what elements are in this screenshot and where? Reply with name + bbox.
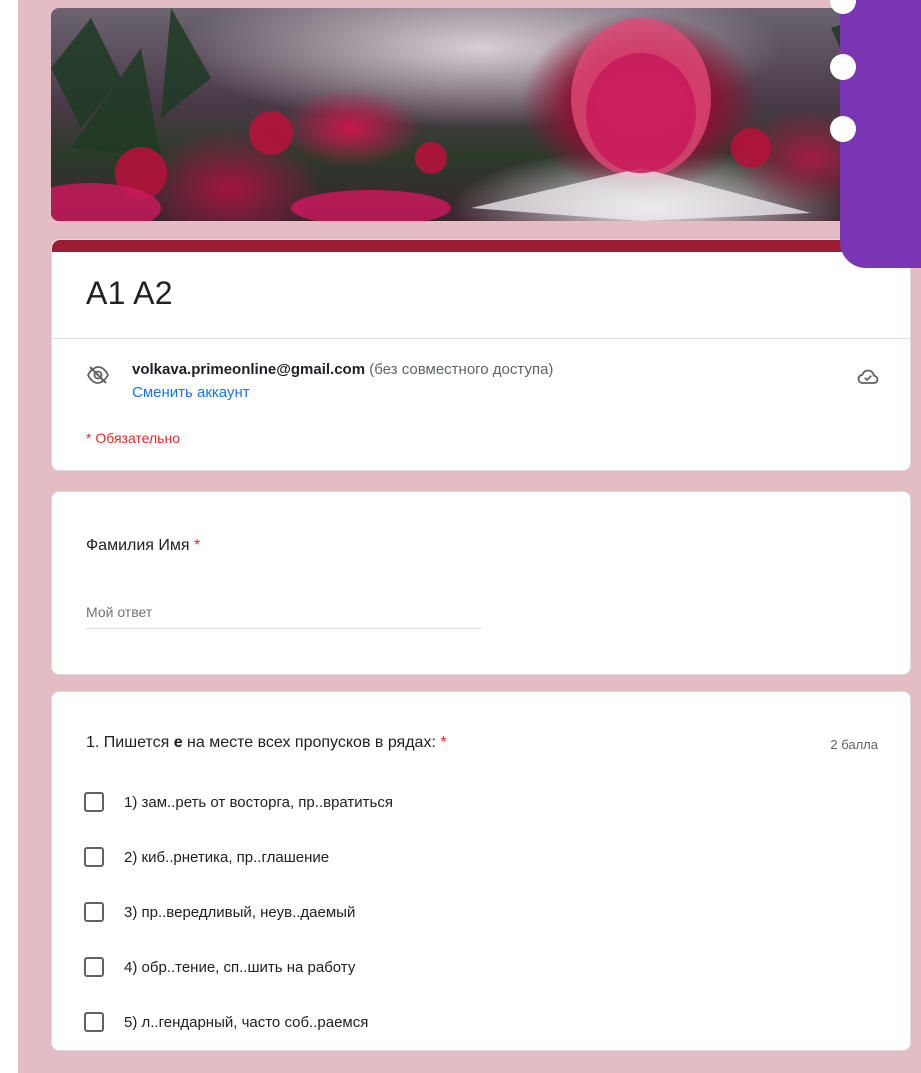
option-2[interactable]: 2) киб..рнетика, пр..глашение bbox=[84, 845, 329, 869]
option-5[interactable]: 5) л..гендарный, часто соб..раемся bbox=[84, 1010, 368, 1034]
option-1[interactable]: 1) зам..реть от восторга, пр..вратиться bbox=[84, 790, 393, 814]
title-divider bbox=[52, 338, 910, 339]
option-label: 5) л..гендарный, часто соб..раемся bbox=[124, 1013, 369, 1031]
name-answer-input[interactable] bbox=[86, 595, 481, 629]
cloud-check-icon[interactable] bbox=[856, 365, 880, 389]
required-star: * bbox=[194, 537, 201, 554]
checkbox[interactable] bbox=[84, 902, 104, 922]
required-note: * Обязательно bbox=[86, 430, 180, 446]
purple-overlay-panel bbox=[830, 0, 921, 268]
checkbox[interactable] bbox=[84, 957, 104, 977]
form-container: A1 A2 volkava.primeonline@gmail.com (без… bbox=[51, 8, 911, 1051]
left-edge-strip bbox=[0, 0, 18, 1073]
question-1-bold-letter: е bbox=[173, 734, 183, 751]
option-label: 4) обр..тение, сп..шить на работу bbox=[124, 958, 356, 976]
option-label: 1) зам..реть от восторга, пр..вратиться bbox=[124, 793, 393, 811]
option-3[interactable]: 3) пр..вередливый, неув..даемый bbox=[84, 900, 355, 924]
header-image bbox=[51, 8, 911, 221]
question-1-card: 1. Пишется е на месте всех пропусков в р… bbox=[51, 691, 911, 1051]
option-label: 2) киб..рнетика, пр..глашение bbox=[124, 848, 330, 866]
overlay-dot bbox=[830, 116, 856, 142]
question-1-prefix: 1. Пишется bbox=[86, 734, 174, 751]
account-row: volkava.primeonline@gmail.com (без совме… bbox=[86, 361, 880, 411]
form-title-card: A1 A2 volkava.primeonline@gmail.com (без… bbox=[51, 239, 911, 471]
name-question-text: Фамилия Имя bbox=[86, 537, 190, 554]
title-accent-bar bbox=[52, 240, 910, 252]
switch-account-link[interactable]: Сменить аккаунт bbox=[132, 384, 250, 401]
eye-off-icon bbox=[86, 366, 110, 384]
account-info: volkava.primeonline@gmail.com (без совме… bbox=[132, 361, 553, 378]
account-email: volkava.primeonline@gmail.com bbox=[132, 361, 366, 378]
checkbox[interactable] bbox=[84, 847, 104, 867]
question-1-suffix: на месте всех пропусков в рядах: bbox=[182, 734, 436, 751]
checkbox[interactable] bbox=[84, 1012, 104, 1032]
checkbox[interactable] bbox=[84, 792, 104, 812]
question-1-label: 1. Пишется е на месте всех пропусков в р… bbox=[86, 734, 447, 752]
header-artwork bbox=[51, 8, 911, 221]
form-title: A1 A2 bbox=[86, 275, 173, 311]
question-1-points: 2 балла bbox=[830, 737, 878, 752]
required-star: * bbox=[440, 734, 447, 751]
name-question-card: Фамилия Имя * bbox=[51, 491, 911, 675]
overlay-dot bbox=[830, 54, 856, 80]
option-4[interactable]: 4) обр..тение, сп..шить на работу bbox=[84, 955, 355, 979]
name-question-label: Фамилия Имя * bbox=[86, 537, 200, 555]
option-label: 3) пр..вередливый, неув..даемый bbox=[124, 903, 356, 921]
sharing-status: (без совместного доступа) bbox=[369, 361, 554, 378]
